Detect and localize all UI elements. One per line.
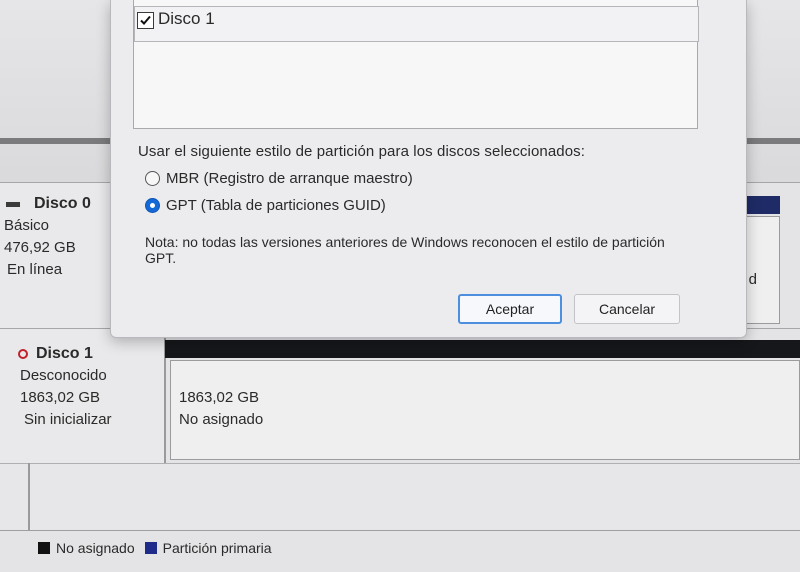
disk-icon xyxy=(6,201,20,207)
disk-selection-list[interactable]: Disco 1 xyxy=(133,0,699,129)
legend-label-unallocated: No asignado xyxy=(56,540,135,556)
disk-type: Desconocido xyxy=(20,367,107,384)
disk-info-1[interactable]: Disco 1 Desconocido 1863,02 GB Sin inici… xyxy=(0,329,166,465)
unallocated-region[interactable]: 1863,02 GB No asignado xyxy=(170,360,800,460)
unallocated-label: No asignado xyxy=(179,411,264,428)
disk-checkbox[interactable] xyxy=(137,12,154,29)
offline-disk-icon xyxy=(18,349,28,359)
mbr-radio[interactable] xyxy=(145,171,160,186)
legend-swatch-primary xyxy=(144,542,157,554)
gpt-option[interactable]: GPT (Tabla de particiones GUID) xyxy=(145,197,386,214)
check-icon xyxy=(140,15,151,25)
accept-button[interactable]: Aceptar xyxy=(458,294,562,324)
cancel-button[interactable]: Cancelar xyxy=(574,294,680,324)
initialize-disk-dialog: Disco 1 Usar el siguiente estilo de part… xyxy=(110,0,747,338)
disk-list-label: Disco 1 xyxy=(158,9,215,28)
disk-size: 1863,02 GB xyxy=(20,389,101,406)
legend-label-primary: Partición primaria xyxy=(162,540,272,556)
legend-swatch-unallocated xyxy=(38,542,50,554)
mbr-label: MBR (Registro de arranque maestro) xyxy=(166,170,413,187)
list-item[interactable]: Disco 1 xyxy=(134,6,699,42)
empty-disk-area xyxy=(0,463,800,531)
disk-name: Disco 0 xyxy=(34,195,91,212)
compatibility-note: Nota: no todas las versiones anteriores … xyxy=(145,234,665,266)
gpt-label: GPT (Tabla de particiones GUID) xyxy=(166,197,386,214)
partition-style-prompt: Usar el siguiente estilo de partición pa… xyxy=(138,143,586,160)
disk-status: Sin inicializar xyxy=(24,411,112,428)
unallocated-size: 1863,02 GB xyxy=(179,389,260,406)
disk-name: Disco 1 xyxy=(36,345,93,362)
unallocated-header xyxy=(165,340,800,358)
mbr-option[interactable]: MBR (Registro de arranque maestro) xyxy=(145,170,413,187)
legend: No asignado Partición primaria xyxy=(38,540,272,556)
gpt-radio[interactable] xyxy=(145,198,160,213)
